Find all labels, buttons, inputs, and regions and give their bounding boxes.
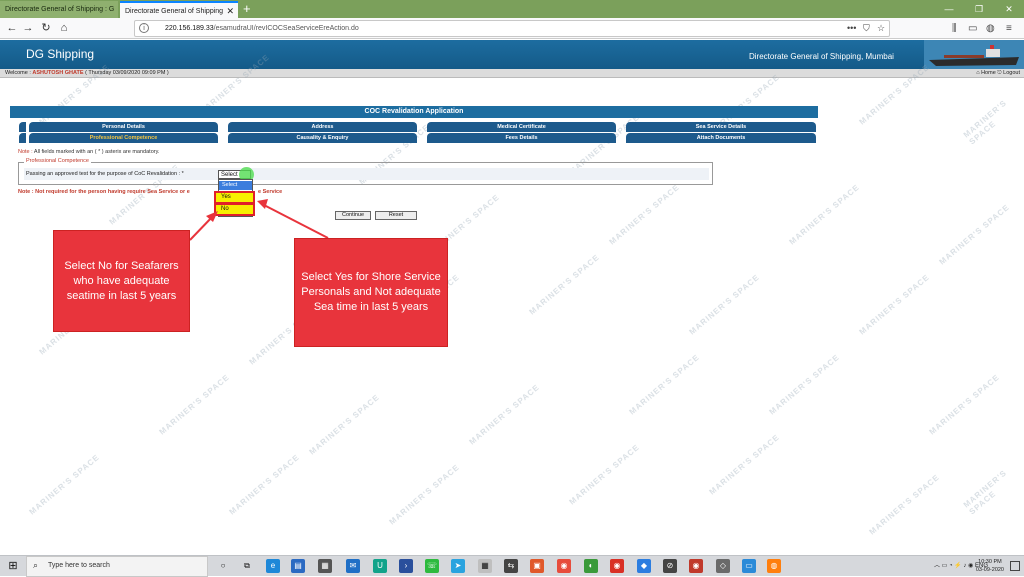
task-view-icon[interactable]: ⧉	[240, 559, 254, 573]
clock-date: 03-09-2020	[975, 567, 1004, 573]
taskbar-search[interactable]: ⌕ Type here to search	[26, 556, 208, 577]
app-green-icon[interactable]: ◐	[584, 559, 598, 573]
windows-taskbar: ⊞ ⌕ Type here to search ○ ⧉ e ▤ ▦ ✉ U › …	[0, 555, 1024, 577]
store-icon[interactable]: ▦	[318, 559, 332, 573]
network-tool-icon[interactable]: ⇆	[504, 559, 518, 573]
windows-start-icon[interactable]: ⊞	[0, 556, 26, 577]
vs-code-icon[interactable]: ◆	[637, 559, 651, 573]
chrome-icon[interactable]: ◉	[557, 559, 571, 573]
tray-up-icon[interactable]: ︿	[934, 563, 940, 569]
tray-icons[interactable]: ▭ ◔ ⚡ ♪ ◉	[942, 563, 974, 569]
monitor-app-icon[interactable]: ▭	[742, 559, 756, 573]
edge-icon[interactable]: e	[266, 559, 280, 573]
blocked-app-icon[interactable]: ⊘	[663, 559, 677, 573]
file-explorer-icon[interactable]: ▤	[291, 559, 305, 573]
whatsapp-icon[interactable]: ☏	[425, 559, 439, 573]
callout-select-yes: Select Yes for Shore Service Personals a…	[294, 238, 448, 347]
arrow-right	[261, 203, 329, 239]
chrome-2-icon[interactable]: ◉	[610, 559, 624, 573]
mail-icon[interactable]: ✉	[346, 559, 360, 573]
chrome-3-icon[interactable]: ◉	[689, 559, 703, 573]
firefox-icon[interactable]: ◍	[767, 559, 781, 573]
callout-select-no: Select No for Seafarers who have adequat…	[53, 230, 190, 332]
taskbar-search-placeholder: Type here to search	[48, 562, 110, 569]
telegram-icon[interactable]: ➤	[451, 559, 465, 573]
screen-recorder-icon[interactable]: ▣	[530, 559, 544, 573]
notification-icon[interactable]	[1010, 561, 1020, 571]
clock-time: 10:30 PM	[978, 559, 1002, 565]
search-icon: ⌕	[33, 560, 39, 570]
arrow-right-head	[257, 199, 268, 209]
taskbar-clock[interactable]: 10:30 PM 03-09-2020	[976, 558, 1004, 574]
dropbox-icon[interactable]: ◇	[716, 559, 730, 573]
cortana-icon[interactable]: ○	[216, 559, 230, 573]
app-u-icon[interactable]: U	[373, 559, 387, 573]
powershell-icon[interactable]: ›	[399, 559, 413, 573]
calculator-icon[interactable]: ▦	[478, 559, 492, 573]
